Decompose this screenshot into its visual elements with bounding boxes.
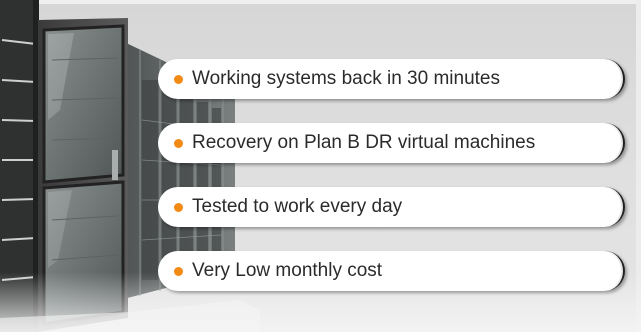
feature-item: Working systems back in 30 minutes — [158, 59, 625, 99]
feature-item: Recovery on Plan B DR virtual machines — [158, 123, 625, 163]
feature-label: Tested to work every day — [192, 196, 403, 217]
feature-label: Recovery on Plan B DR virtual machines — [192, 132, 536, 153]
feature-item: Tested to work every day — [158, 187, 625, 227]
bullet-dot-icon — [174, 266, 183, 276]
bullet-dot-icon — [174, 202, 183, 212]
feature-item: Very Low monthly cost — [158, 251, 625, 291]
feature-label: Working systems back in 30 minutes — [192, 68, 500, 89]
banner: Working systems back in 30 minutes Recov… — [0, 0, 641, 332]
bullet-dot-icon — [174, 138, 183, 148]
bullet-dot-icon — [174, 74, 183, 84]
feature-label: Very Low monthly cost — [192, 260, 383, 281]
